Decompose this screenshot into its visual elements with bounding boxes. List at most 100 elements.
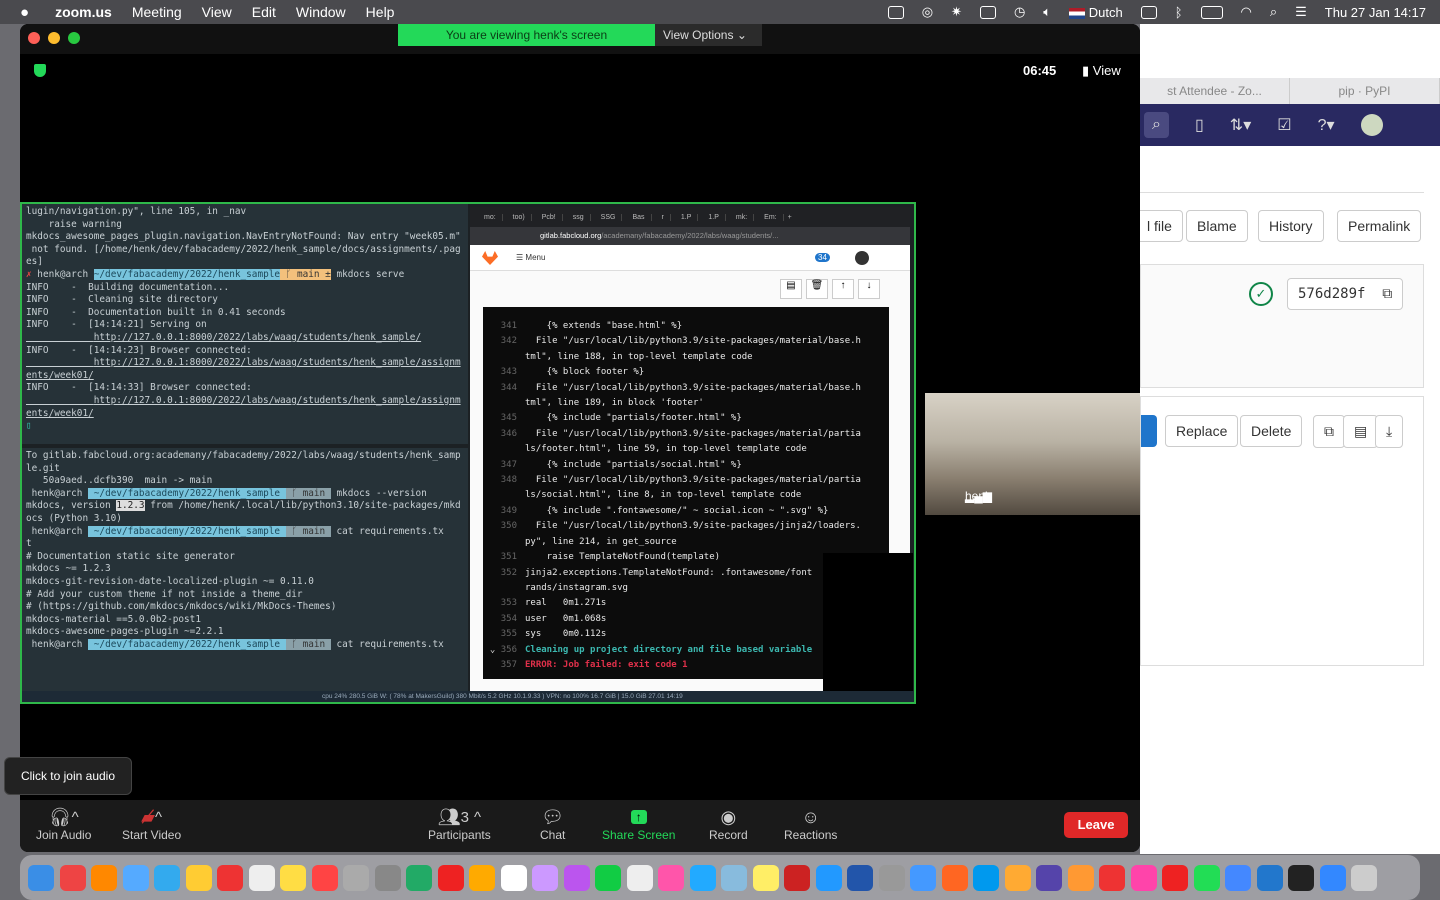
dock-app-icon[interactable] <box>532 864 558 891</box>
search-icon[interactable]: ⌕ <box>1144 112 1169 138</box>
scroll-top-icon[interactable]: ↑ <box>832 279 854 299</box>
browser-tab[interactable]: 1.P <box>675 213 699 221</box>
browser-tab[interactable]: mo: <box>478 213 503 221</box>
language-selector[interactable]: Dutch <box>1069 5 1123 20</box>
dock-app-icon[interactable] <box>311 864 338 891</box>
dock-app-icon[interactable] <box>626 864 653 891</box>
download-icon[interactable]: ⤓ <box>1375 415 1404 448</box>
clock[interactable]: Thu 27 Jan 14:17 <box>1325 5 1426 20</box>
permalink-button[interactable]: Permalink <box>1337 210 1422 242</box>
dock-app-icon[interactable] <box>658 864 684 891</box>
dock-app-icon[interactable] <box>1036 864 1062 891</box>
dock-app-icon[interactable] <box>217 864 243 891</box>
dock-app-icon[interactable] <box>154 864 180 891</box>
browser-tab[interactable]: SSG <box>595 213 623 221</box>
wifi-icon[interactable]: ◠ <box>1241 4 1252 20</box>
new-tab-icon[interactable]: + <box>788 214 792 221</box>
commit-sha[interactable]: 576d289f ⧉ <box>1287 278 1404 310</box>
user-avatar[interactable] <box>855 250 869 265</box>
dock-app-icon[interactable] <box>91 864 117 891</box>
dock-app-icon[interactable] <box>28 864 54 891</box>
gitlab-logo-icon[interactable] <box>482 251 498 265</box>
dock-app-icon[interactable] <box>500 864 527 891</box>
dock-app-icon[interactable] <box>941 864 968 891</box>
browser-tab[interactable]: 1.P <box>702 213 726 221</box>
dock-app-icon[interactable] <box>1351 864 1377 891</box>
raw-log-icon[interactable]: ▤ <box>780 279 802 299</box>
view-options-button[interactable]: View Options ⌄ <box>655 24 762 46</box>
time-machine-icon[interactable]: ◷ <box>1014 4 1025 20</box>
link[interactable]: http://127.0.0.1:8000/2022/labs/waag/stu… <box>26 395 464 408</box>
dock-app-icon[interactable] <box>595 864 621 891</box>
delete-button[interactable]: Delete <box>1240 415 1303 447</box>
apple-icon[interactable]: ● <box>20 4 29 21</box>
battery-icon[interactable] <box>1200 5 1223 19</box>
dock-app-icon[interactable] <box>59 864 86 891</box>
dock-app-icon[interactable] <box>1319 864 1346 891</box>
todo-icon[interactable]: ☑ <box>1277 115 1291 135</box>
dock-app-icon[interactable] <box>784 864 810 891</box>
dock-app-icon[interactable] <box>122 864 149 891</box>
start-video-button[interactable]: ▰̸ ^ Start Video <box>122 806 181 843</box>
help-icon[interactable]: ?▾ <box>1318 115 1335 135</box>
browser-tab[interactable]: r <box>656 213 671 221</box>
dock-app-icon[interactable] <box>1193 864 1220 891</box>
tab-pypi[interactable]: pip · PyPI <box>1290 78 1440 104</box>
menu-button[interactable]: ☰ Menu <box>516 253 545 262</box>
issues-icon[interactable]: ▯ <box>1195 115 1204 135</box>
open-ide-button[interactable] <box>1141 415 1157 447</box>
edit-file-button[interactable]: l file <box>1136 210 1183 242</box>
sun-icon[interactable]: ✷ <box>951 4 962 20</box>
participant-video[interactable]: ▂▄▆ henk <box>925 393 1140 515</box>
join-audio-button[interactable]: 🎧︎ ^ Join Audio <box>36 806 91 843</box>
volume-icon[interactable]: 🔈︎ <box>1043 4 1051 20</box>
link[interactable]: http://127.0.0.1:8000/2022/labs/waag/stu… <box>26 357 464 370</box>
leave-button[interactable]: Leave <box>1064 812 1128 838</box>
chat-button[interactable]: 💬︎ Chat <box>540 806 565 843</box>
dock-app-icon[interactable] <box>689 864 716 891</box>
dock-app-icon[interactable] <box>878 864 905 891</box>
dock-app-icon[interactable] <box>1256 864 1283 891</box>
control-center-icon[interactable]: ☰ <box>1295 4 1307 20</box>
history-button[interactable]: History <box>1258 210 1324 242</box>
raw-file-icon[interactable]: ▤ <box>1343 415 1379 448</box>
minimize-button[interactable] <box>48 32 60 44</box>
pipeline-passed-icon[interactable]: ✓ <box>1249 282 1273 306</box>
dock-app-icon[interactable] <box>1099 864 1125 891</box>
dock-app-icon[interactable] <box>1004 864 1031 891</box>
menu-help[interactable]: Help <box>366 4 395 20</box>
dock-app-icon[interactable] <box>1067 864 1094 891</box>
dock-app-icon[interactable] <box>1288 864 1314 891</box>
blame-button[interactable]: Blame <box>1186 210 1248 242</box>
display-icon[interactable] <box>979 5 996 19</box>
avatar[interactable] <box>1360 114 1383 136</box>
browser-tab[interactable]: too) <box>507 213 532 221</box>
dock-app-icon[interactable] <box>847 864 873 891</box>
dock-app-icon[interactable] <box>721 864 747 891</box>
menu-app[interactable]: zoom.us <box>55 4 112 20</box>
merge-requests-icon[interactable]: ⇅▾ <box>1230 115 1251 135</box>
dock-app-icon[interactable] <box>374 864 401 891</box>
browser-tab[interactable]: Bas <box>626 213 652 221</box>
menu-window[interactable]: Window <box>296 4 346 20</box>
replace-button[interactable]: Replace <box>1165 415 1239 447</box>
share-screen-button[interactable]: ↑ Share Screen <box>602 806 675 842</box>
dock-app-icon[interactable] <box>343 864 369 891</box>
creative-cloud-icon[interactable]: ◎ <box>922 4 933 20</box>
dock-app-icon[interactable] <box>280 864 306 891</box>
menu-edit[interactable]: Edit <box>252 4 276 20</box>
dock-app-icon[interactable] <box>1130 864 1157 891</box>
dock-app-icon[interactable] <box>910 864 936 891</box>
zoom-status-icon[interactable] <box>887 5 904 19</box>
dock-app-icon[interactable] <box>437 864 464 891</box>
dock-app-icon[interactable] <box>563 864 590 891</box>
browser-tab[interactable]: Em: <box>758 213 784 221</box>
zoom-button[interactable] <box>68 32 80 44</box>
browser-tab[interactable]: mk: <box>730 213 755 221</box>
dock-app-icon[interactable] <box>815 864 842 891</box>
dock-app-icon[interactable] <box>752 864 779 891</box>
close-button[interactable] <box>28 32 40 44</box>
dock-app-icon[interactable] <box>406 864 432 891</box>
participants-button[interactable]: 👥︎ 3 ^ Participants <box>428 806 491 843</box>
dock-app-icon[interactable] <box>469 864 495 891</box>
